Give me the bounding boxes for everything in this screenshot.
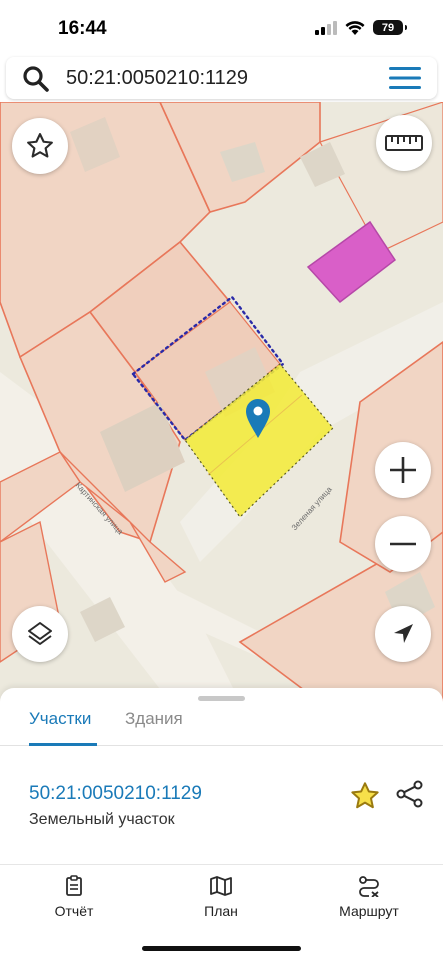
share-icon[interactable]	[395, 779, 425, 809]
star-outline-icon	[27, 133, 53, 158]
search-bar	[6, 57, 437, 99]
ruler-icon	[385, 135, 423, 151]
nav-report-label: Отчёт	[54, 903, 94, 919]
parcel-type-label: Земельный участок	[29, 811, 175, 828]
search-input[interactable]	[66, 61, 366, 95]
status-time: 16:44	[58, 18, 107, 39]
favorite-star-icon[interactable]	[349, 780, 381, 812]
status-indicators: 79	[315, 20, 407, 35]
sheet-drag-handle[interactable]	[198, 696, 245, 701]
map-canvas	[0, 102, 443, 702]
layers-button[interactable]	[12, 606, 68, 662]
nav-plan[interactable]: План	[166, 875, 276, 919]
battery-level: 79	[381, 21, 395, 34]
navigation-arrow-icon	[394, 624, 413, 643]
battery-icon: 79	[373, 20, 407, 35]
parcel-info-sheet: Участки Здания 50:21:0050210:1129 Земель…	[0, 688, 443, 868]
route-icon	[359, 876, 379, 897]
nav-route[interactable]: Маршрут	[314, 875, 424, 919]
hamburger-menu-icon[interactable]	[389, 67, 421, 89]
plus-icon	[390, 457, 416, 483]
zoom-out-button[interactable]	[375, 516, 431, 572]
zoom-in-button[interactable]	[375, 442, 431, 498]
tab-parcels[interactable]: Участки	[29, 709, 91, 729]
wifi-icon	[345, 21, 365, 35]
cellular-signal-icon	[315, 20, 337, 35]
ruler-button[interactable]	[376, 115, 432, 171]
my-location-button[interactable]	[375, 606, 431, 662]
parcel-cadastral-number[interactable]: 50:21:0050210:1129	[29, 783, 202, 805]
active-tab-indicator	[29, 743, 97, 746]
nav-route-label: Маршрут	[339, 903, 399, 919]
minus-icon	[390, 542, 416, 546]
nav-plan-label: План	[204, 903, 238, 919]
layers-icon	[28, 622, 52, 645]
search-icon[interactable]	[22, 65, 50, 93]
favorites-button[interactable]	[12, 118, 68, 174]
report-icon	[66, 875, 82, 896]
home-indicator	[142, 946, 301, 951]
cadastral-map[interactable]: Картинская улица Зеленая улица	[0, 102, 443, 702]
map-plan-icon	[210, 876, 232, 896]
status-bar: 16:44 79	[0, 0, 443, 56]
nav-report[interactable]: Отчёт	[19, 875, 129, 919]
tab-buildings[interactable]: Здания	[125, 709, 183, 729]
sheet-tabs: Участки Здания	[0, 704, 443, 746]
